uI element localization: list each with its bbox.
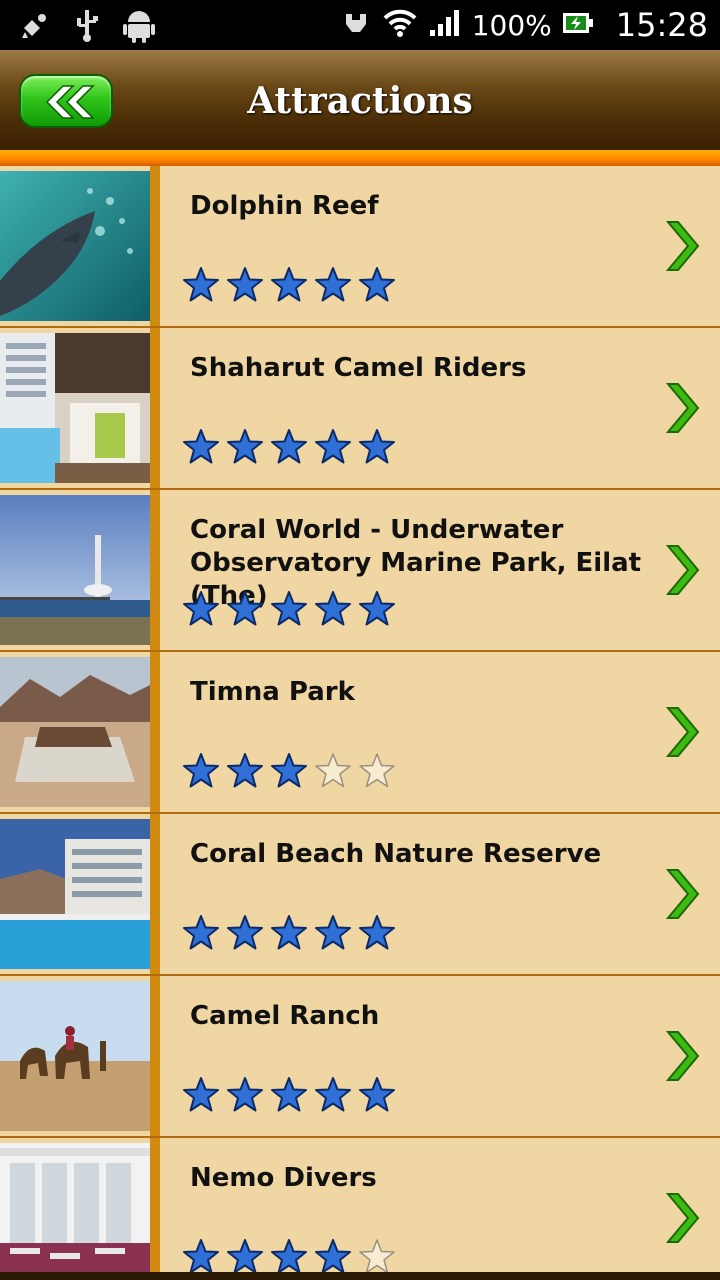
battery-percent: 100% xyxy=(471,8,552,42)
list-item[interactable]: Dolphin Reef xyxy=(0,166,720,328)
chevron-right-icon[interactable] xyxy=(664,380,700,436)
chevron-right-icon[interactable] xyxy=(664,866,700,922)
chevron-right-icon[interactable] xyxy=(664,1190,700,1246)
rating-stars xyxy=(182,752,396,790)
phone-vibrate-icon xyxy=(340,8,372,42)
list-item[interactable]: Camel Ranch xyxy=(0,976,720,1138)
star-filled-icon xyxy=(315,1239,351,1274)
star-filled-icon xyxy=(183,915,219,950)
star-filled-icon xyxy=(183,753,219,788)
star-filled-icon xyxy=(359,591,395,626)
attraction-name: Shaharut Camel Riders xyxy=(190,353,527,383)
rating-stars xyxy=(182,1238,396,1276)
list-item[interactable]: Coral World - Underwater Observatory Mar… xyxy=(0,490,720,652)
star-filled-icon xyxy=(315,267,351,302)
attraction-photo xyxy=(0,171,150,321)
attraction-name: Dolphin Reef xyxy=(190,191,379,221)
attraction-photo xyxy=(0,819,150,969)
rating-stars xyxy=(182,1076,396,1114)
star-filled-icon xyxy=(271,1239,307,1274)
rating-stars xyxy=(182,590,396,628)
attraction-photo xyxy=(0,657,150,807)
star-filled-icon xyxy=(271,429,307,464)
star-filled-icon xyxy=(183,267,219,302)
satellite-dish-icon xyxy=(18,6,52,44)
rating-stars xyxy=(182,428,396,466)
star-filled-icon xyxy=(359,267,395,302)
app-header: Attractions xyxy=(0,50,720,152)
signal-icon xyxy=(428,8,462,42)
star-filled-icon xyxy=(183,1239,219,1274)
chevron-right-icon[interactable] xyxy=(664,704,700,760)
chevron-right-icon[interactable] xyxy=(664,542,700,598)
star-filled-icon xyxy=(315,915,351,950)
rating-stars xyxy=(182,914,396,952)
attraction-photo xyxy=(0,1143,150,1280)
rating-stars xyxy=(182,266,396,304)
star-filled-icon xyxy=(227,1077,263,1112)
star-empty-icon xyxy=(359,753,395,788)
list-item[interactable]: Timna Park xyxy=(0,652,720,814)
star-filled-icon xyxy=(183,591,219,626)
star-filled-icon xyxy=(359,429,395,464)
star-filled-icon xyxy=(227,267,263,302)
usb-icon xyxy=(70,6,104,44)
attraction-photo xyxy=(0,495,150,645)
star-filled-icon xyxy=(271,915,307,950)
star-filled-icon xyxy=(227,1239,263,1274)
star-filled-icon xyxy=(271,753,307,788)
list-item[interactable]: Nemo Divers xyxy=(0,1138,720,1280)
attraction-name: Timna Park xyxy=(190,677,355,707)
star-filled-icon xyxy=(271,267,307,302)
chevron-right-icon[interactable] xyxy=(664,1028,700,1084)
back-button[interactable] xyxy=(19,74,113,128)
star-filled-icon xyxy=(227,591,263,626)
header-accent-bar xyxy=(0,150,720,166)
star-filled-icon xyxy=(271,591,307,626)
star-filled-icon xyxy=(227,429,263,464)
star-empty-icon xyxy=(315,753,351,788)
android-icon xyxy=(122,6,156,44)
star-filled-icon xyxy=(315,591,351,626)
attraction-name: Nemo Divers xyxy=(190,1163,377,1193)
star-filled-icon xyxy=(227,915,263,950)
attraction-photo xyxy=(0,981,150,1131)
star-empty-icon xyxy=(359,1239,395,1274)
double-chevron-left-icon xyxy=(45,85,95,119)
battery-charging-icon xyxy=(562,10,594,40)
star-filled-icon xyxy=(271,1077,307,1112)
list-item[interactable]: Coral Beach Nature Reserve xyxy=(0,814,720,976)
attraction-name: Coral Beach Nature Reserve xyxy=(190,839,602,869)
chevron-right-icon[interactable] xyxy=(664,218,700,274)
attractions-list: Dolphin Reef Shaharut Camel Riders Coral… xyxy=(0,166,720,1280)
clock: 15:28 xyxy=(615,6,708,44)
star-filled-icon xyxy=(183,429,219,464)
attraction-photo xyxy=(0,333,150,483)
attraction-name: Camel Ranch xyxy=(190,1001,380,1031)
star-filled-icon xyxy=(227,753,263,788)
status-bar: 100% 15:28 xyxy=(0,0,720,50)
star-filled-icon xyxy=(315,1077,351,1112)
wifi-icon xyxy=(382,8,418,42)
star-filled-icon xyxy=(315,429,351,464)
list-item[interactable]: Shaharut Camel Riders xyxy=(0,328,720,490)
star-filled-icon xyxy=(183,1077,219,1112)
star-filled-icon xyxy=(359,915,395,950)
star-filled-icon xyxy=(359,1077,395,1112)
